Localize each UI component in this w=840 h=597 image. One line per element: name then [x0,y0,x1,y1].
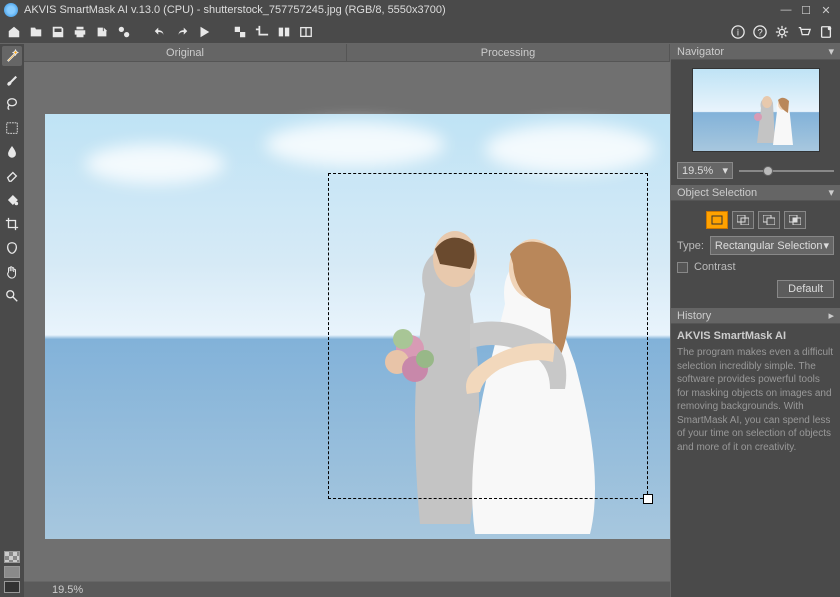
undo-button[interactable] [150,22,170,42]
title-bar: AKVIS SmartMask AI v.13.0 (CPU) - shutte… [0,0,840,20]
history-panel: AKVIS SmartMask AI The program makes eve… [671,324,840,460]
contrast-checkbox[interactable] [677,262,688,273]
mode-new-selection[interactable] [706,211,728,229]
mode-subtract-selection[interactable] [758,211,780,229]
view-tabs: Original Processing [24,44,670,62]
status-bar: 19.5% [24,581,670,597]
selection-type-value: Rectangular Selection [715,240,823,252]
zoom-control: 19.5% ▾ [671,160,840,181]
compare-button[interactable] [274,22,294,42]
run-button[interactable] [194,22,214,42]
redo-button[interactable] [172,22,192,42]
tab-processing[interactable]: Processing [347,44,670,61]
top-toolbar: i ? [0,20,840,44]
save-button[interactable] [48,22,68,42]
blur-tool[interactable] [2,142,22,162]
export-button[interactable] [92,22,112,42]
main-area: Original Processing [0,44,840,597]
crop-tool[interactable] [2,214,22,234]
canvas-viewport[interactable] [24,62,670,581]
brush-tool[interactable] [2,70,22,90]
svg-text:i: i [737,27,739,38]
minimize-button[interactable]: — [776,2,796,18]
contrast-row: Contrast [671,258,840,276]
batch-button[interactable] [114,22,134,42]
object-selection-title: Object Selection [677,187,757,199]
checker-button[interactable] [230,22,250,42]
left-bottom-swatches [0,547,24,597]
home-button[interactable] [4,22,24,42]
selection-mode-row [671,207,840,233]
tab-original[interactable]: Original [24,44,347,61]
zoom-value: 19.5% [682,165,713,177]
cart-button[interactable] [794,22,814,42]
magic-wand-tool[interactable] [2,46,22,66]
right-panel: Navigator ▾ 19.5% ▾ [670,44,840,597]
hand-tool[interactable] [2,262,22,282]
open-button[interactable] [26,22,46,42]
navigator-thumbnail[interactable] [692,68,820,152]
crop-button[interactable] [252,22,272,42]
selection-marquee[interactable] [328,173,648,499]
bg-swatch[interactable] [4,581,20,593]
type-label: Type: [677,240,704,252]
eraser-tool[interactable] [2,166,22,186]
navigator-panel [671,60,840,160]
history-title-label: History [677,310,711,322]
app-icon [4,3,18,17]
settings-button[interactable] [772,22,792,42]
history-item[interactable]: AKVIS SmartMask AI [677,330,834,342]
maximize-button[interactable]: ☐ [796,2,816,18]
selection-type-dropdown[interactable]: Rectangular Selection ▾ [710,236,834,255]
window-title: AKVIS SmartMask AI v.13.0 (CPU) - shutte… [24,4,776,16]
mask-swatch[interactable] [4,566,20,578]
notify-button[interactable] [816,22,836,42]
zoom-select[interactable]: 19.5% ▾ [677,162,733,179]
mode-add-selection[interactable] [732,211,754,229]
chevron-down-icon: ▾ [828,186,834,199]
help-button[interactable]: ? [750,22,770,42]
zoom-tool[interactable] [2,286,22,306]
object-selection-panel: Type: Rectangular Selection ▾ Contrast D… [671,201,840,308]
left-toolbar [0,44,24,306]
lasso-tool[interactable] [2,94,22,114]
print-button[interactable] [70,22,90,42]
type-row: Type: Rectangular Selection ▾ [671,233,840,258]
object-selection-header[interactable]: Object Selection ▾ [671,185,840,201]
chevron-down-icon: ▾ [823,239,829,252]
smudge-tool[interactable] [2,238,22,258]
splitview-button[interactable] [296,22,316,42]
navigator-title: Navigator [677,46,724,58]
contrast-label: Contrast [694,261,736,273]
close-button[interactable]: ✕ [816,2,836,18]
zoom-slider[interactable] [739,170,834,172]
default-button[interactable]: Default [777,280,834,298]
navigator-header[interactable]: Navigator ▾ [671,44,840,60]
history-header[interactable]: History ▸ [671,308,840,324]
fill-tool[interactable] [2,190,22,210]
chevron-down-icon: ▾ [828,45,834,58]
history-description: The program makes even a difficult selec… [677,346,834,454]
checker-swatch[interactable] [4,551,20,563]
status-zoom: 19.5% [52,584,83,596]
canvas-area: Original Processing [24,44,670,597]
chevron-right-icon: ▸ [828,309,834,322]
zoom-slider-thumb[interactable] [763,166,773,176]
image-canvas[interactable] [45,114,670,539]
mode-intersect-selection[interactable] [784,211,806,229]
marquee-tool[interactable] [2,118,22,138]
svg-text:?: ? [757,27,762,38]
selection-handle[interactable] [643,494,653,504]
info-button[interactable]: i [728,22,748,42]
chevron-down-icon: ▾ [722,164,728,177]
